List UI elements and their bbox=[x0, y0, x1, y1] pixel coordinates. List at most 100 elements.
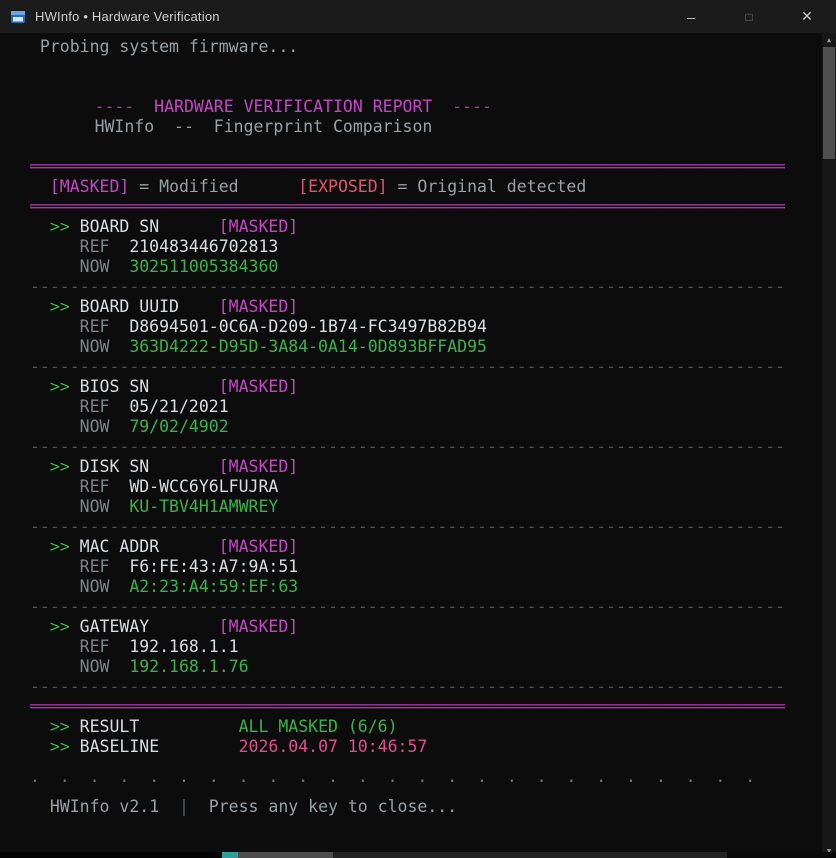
taskbar-segment bbox=[727, 852, 836, 858]
report-subtitle-line: HWInfo -- Fingerprint Comparison bbox=[30, 117, 822, 137]
field-name: DISK SN bbox=[79, 457, 150, 476]
field-name: GATEWAY bbox=[79, 617, 150, 636]
ref-row: REF D8694501-0C6A-D209-1B74-FC3497B82B94 bbox=[30, 317, 822, 337]
masked-tag: [MASKED] bbox=[218, 457, 299, 476]
now-label: NOW bbox=[79, 497, 110, 516]
report-title-line: ---- HARDWARE VERIFICATION REPORT ---- bbox=[30, 97, 822, 117]
ref-row: REF F6:FE:43:A7:9A:51 bbox=[30, 557, 822, 577]
result-value: ALL MASKED (6/6) bbox=[238, 717, 398, 736]
prompt-arrow: >> bbox=[49, 377, 70, 396]
prompt-arrow: >> bbox=[49, 737, 70, 756]
maximize-button[interactable]: □ bbox=[720, 0, 778, 33]
now-row: NOW 363D4222-D95D-3A84-0A14-0D893BFFAD95 bbox=[30, 337, 822, 357]
vertical-scrollbar[interactable]: ▲ ▼ bbox=[822, 33, 836, 858]
probing-status-line: Probing system firmware... bbox=[39, 37, 299, 56]
section-header: >> BOARD UUID [MASKED] bbox=[30, 297, 822, 317]
ref-value: WD-WCC6Y6LFUJRA bbox=[129, 477, 279, 496]
now-row: NOW KU-TBV4H1AMWREY bbox=[30, 497, 822, 517]
section-divider: ----------------------------------------… bbox=[30, 677, 785, 696]
ref-label: REF bbox=[79, 477, 110, 496]
masked-tag: [MASKED] bbox=[218, 297, 299, 316]
now-row: NOW A2:23:A4:59:EF:63 bbox=[30, 577, 822, 597]
masked-legend-tag: [MASKED] bbox=[49, 177, 130, 196]
field-name: BOARD UUID bbox=[79, 297, 179, 316]
now-value: 302511005384360 bbox=[129, 257, 279, 276]
ref-value: 210483446702813 bbox=[129, 237, 279, 256]
masked-tag: [MASKED] bbox=[218, 617, 299, 636]
field-name: MAC ADDR bbox=[79, 537, 160, 556]
field-name: BOARD SN bbox=[79, 217, 160, 236]
field-name: BIOS SN bbox=[79, 377, 150, 396]
ref-value: D8694501-0C6A-D209-1B74-FC3497B82B94 bbox=[129, 317, 487, 336]
masked-tag: [MASKED] bbox=[218, 377, 299, 396]
double-separator: ════════════════════════════════════════… bbox=[30, 697, 785, 716]
taskbar-segment bbox=[238, 852, 333, 858]
ref-label: REF bbox=[79, 397, 110, 416]
press-key-message: Press any key to close... bbox=[208, 797, 458, 816]
prompt-arrow: >> bbox=[49, 217, 70, 236]
double-separator: ════════════════════════════════════════… bbox=[30, 197, 785, 216]
prompt-arrow: >> bbox=[49, 297, 70, 316]
taskbar-segment bbox=[222, 852, 238, 858]
prompt-arrow: >> bbox=[49, 617, 70, 636]
ref-label: REF bbox=[79, 317, 110, 336]
title-left-dashes: ---- bbox=[94, 97, 135, 116]
now-row: NOW 79/02/4902 bbox=[30, 417, 822, 437]
ref-row: REF 192.168.1.1 bbox=[30, 637, 822, 657]
ref-label: REF bbox=[79, 637, 110, 656]
ref-value: 192.168.1.1 bbox=[129, 637, 239, 656]
section-divider: ----------------------------------------… bbox=[30, 357, 785, 376]
baseline-label: BASELINE bbox=[79, 737, 160, 756]
legend-line: [MASKED] = Modified [EXPOSED] = Original de… bbox=[30, 177, 822, 197]
now-label: NOW bbox=[79, 337, 110, 356]
version-text: HWInfo v2.1 bbox=[49, 797, 160, 816]
terminal-output: Probing system firmware... ---- HARDWARE … bbox=[0, 33, 822, 852]
section-header: >> BOARD SN [MASKED] bbox=[30, 217, 822, 237]
subtitle-separator: -- bbox=[174, 117, 194, 136]
scrollbar-thumb[interactable] bbox=[823, 47, 835, 159]
double-separator: ════════════════════════════════════════… bbox=[30, 157, 785, 176]
section-divider: ----------------------------------------… bbox=[30, 277, 785, 296]
minimize-button[interactable]: – bbox=[662, 0, 720, 33]
title-right-dashes: ---- bbox=[452, 97, 492, 116]
section-divider: ----------------------------------------… bbox=[30, 517, 785, 536]
ref-row: REF 210483446702813 bbox=[30, 237, 822, 257]
ref-label: REF bbox=[79, 237, 110, 256]
taskbar-sliver bbox=[0, 852, 836, 858]
now-row: NOW 192.168.1.76 bbox=[30, 657, 822, 677]
dotted-divider: . . . . . . . . . . . . . . . . . . . . … bbox=[30, 767, 756, 786]
taskbar-segment bbox=[0, 852, 222, 858]
prompt-arrow: >> bbox=[49, 457, 70, 476]
section-header: >> MAC ADDR [MASKED] bbox=[30, 537, 822, 557]
subtitle-app: HWInfo bbox=[94, 117, 155, 136]
report-title: HARDWARE VERIFICATION REPORT bbox=[154, 97, 433, 116]
section-header: >> GATEWAY [MASKED] bbox=[30, 617, 822, 637]
title-bar[interactable]: HWInfo • Hardware Verification – □ ✕ bbox=[0, 0, 836, 33]
ref-row: REF 05/21/2021 bbox=[30, 397, 822, 417]
prompt-arrow: >> bbox=[49, 537, 70, 556]
app-icon bbox=[11, 10, 25, 23]
now-row: NOW 302511005384360 bbox=[30, 257, 822, 277]
hwinfo-window: HWInfo • Hardware Verification – □ ✕ Pro… bbox=[0, 0, 836, 858]
exposed-legend-tag: [EXPOSED] bbox=[298, 177, 388, 196]
ref-row: REF WD-WCC6Y6LFUJRA bbox=[30, 477, 822, 497]
window-title: HWInfo • Hardware Verification bbox=[35, 9, 220, 24]
subtitle-text: Fingerprint Comparison bbox=[213, 117, 433, 136]
ref-value: F6:FE:43:A7:9A:51 bbox=[129, 557, 299, 576]
section-divider: ----------------------------------------… bbox=[30, 437, 785, 456]
ref-label: REF bbox=[79, 557, 110, 576]
now-label: NOW bbox=[79, 657, 110, 676]
section-divider: ----------------------------------------… bbox=[30, 597, 785, 616]
close-button[interactable]: ✕ bbox=[778, 0, 836, 33]
now-value: 79/02/4902 bbox=[129, 417, 229, 436]
baseline-row: >> BASELINE 2026.04.07 10:46:57 bbox=[30, 737, 822, 757]
masked-tag: [MASKED] bbox=[218, 537, 299, 556]
footer-line: HWInfo v2.1 | Press any key to close... bbox=[30, 797, 822, 817]
section-header: >> BIOS SN [MASKED] bbox=[30, 377, 822, 397]
legend-masked-group: [MASKED] = Modified bbox=[50, 177, 298, 197]
now-label: NOW bbox=[79, 577, 110, 596]
now-label: NOW bbox=[79, 257, 110, 276]
footer-separator: | bbox=[179, 797, 189, 816]
now-label: NOW bbox=[79, 417, 110, 436]
scroll-up-icon[interactable]: ▲ bbox=[822, 33, 836, 47]
